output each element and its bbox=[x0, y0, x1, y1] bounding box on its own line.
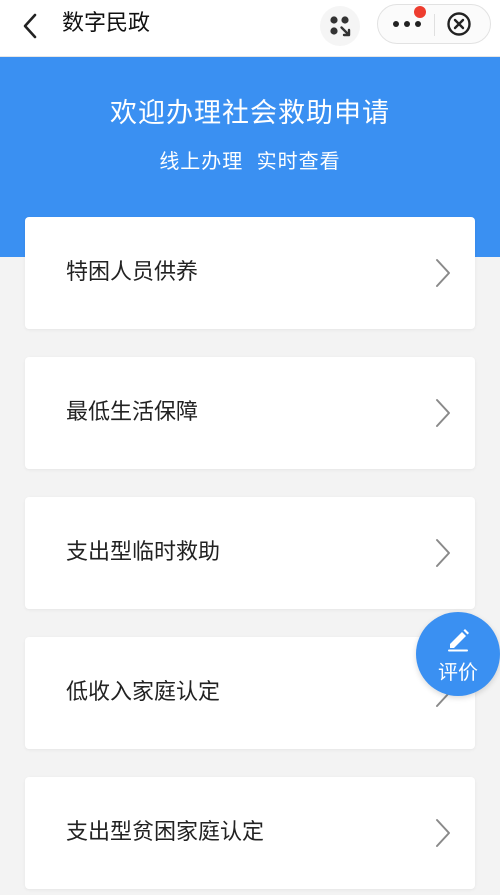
service-item-label: 低收入家庭认定 bbox=[66, 680, 221, 705]
chevron-right-icon bbox=[436, 819, 450, 847]
hero-subtitle: 线上办理 实时查看 bbox=[159, 149, 341, 173]
rate-button-label: 评价 bbox=[438, 660, 478, 684]
service-item-label: 支出型临时救助 bbox=[66, 540, 221, 565]
more-dots-icon bbox=[393, 21, 421, 27]
service-item-dishouru[interactable]: 低收入家庭认定 bbox=[25, 637, 475, 749]
back-button[interactable] bbox=[12, 8, 48, 44]
service-item-label: 最低生活保障 bbox=[66, 400, 199, 425]
close-circle-icon bbox=[447, 12, 471, 36]
top-nav-bar: 数字民政 bbox=[0, 0, 500, 57]
hero-title: 欢迎办理社会救助申请 bbox=[110, 98, 390, 129]
service-item-label: 支出型贫困家庭认定 bbox=[66, 820, 265, 845]
service-item-tekun[interactable]: 特困人员供养 bbox=[25, 217, 475, 329]
capsule-divider bbox=[434, 14, 435, 36]
chevron-right-icon bbox=[436, 259, 450, 287]
close-button[interactable] bbox=[442, 9, 476, 39]
service-item-dibao[interactable]: 最低生活保障 bbox=[25, 357, 475, 469]
mini-program-capsule bbox=[377, 4, 491, 44]
page-title: 数字民政 bbox=[62, 11, 151, 36]
service-item-pinkun-jiating[interactable]: 支出型贫困家庭认定 bbox=[25, 777, 475, 889]
chevron-right-icon bbox=[436, 539, 450, 567]
notification-dot-icon bbox=[414, 6, 426, 18]
pencil-icon bbox=[448, 629, 469, 652]
rate-button[interactable]: 评价 bbox=[416, 612, 500, 696]
chevron-left-icon bbox=[23, 13, 37, 39]
chevron-right-icon bbox=[436, 399, 450, 427]
apps-button[interactable] bbox=[320, 6, 360, 46]
service-item-label: 特困人员供养 bbox=[66, 260, 199, 285]
apps-icon bbox=[330, 16, 351, 37]
service-item-linshi-jiuzhu[interactable]: 支出型临时救助 bbox=[25, 497, 475, 609]
